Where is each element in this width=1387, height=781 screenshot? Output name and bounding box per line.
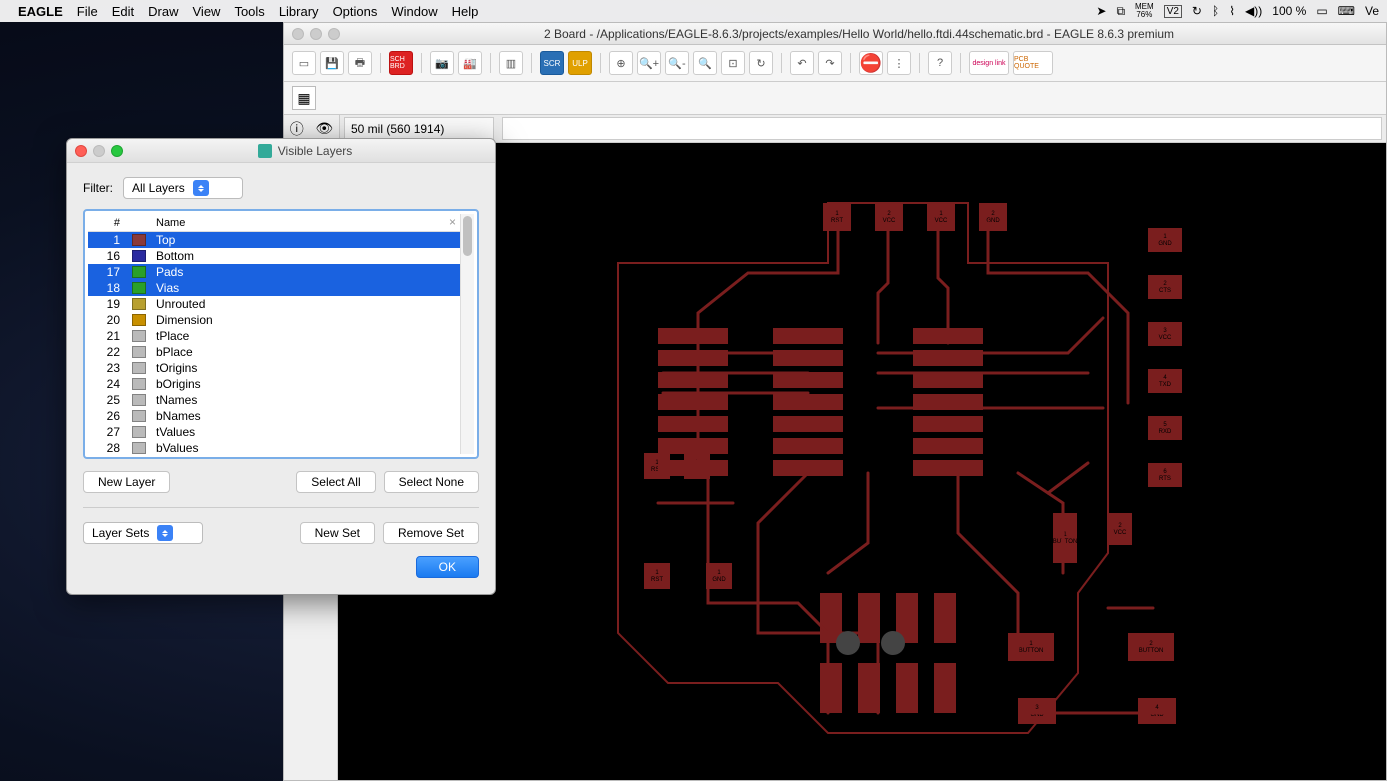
redo-button[interactable]: ↷	[818, 51, 842, 75]
column-header-num[interactable]: #	[88, 217, 128, 229]
layer-row[interactable]: 28bValues	[88, 440, 460, 454]
design-link-button[interactable]: design link	[969, 51, 1009, 75]
eye-icon[interactable]: 👁	[315, 120, 333, 137]
close-icon[interactable]	[75, 145, 87, 157]
layer-row[interactable]: 1Top	[88, 232, 460, 248]
main-toolbar: ▭ 💾 🖶 SCH BRD 📷 🏭 ▥ SCR ULP ⊕ 🔍+ 🔍- 🔍 ⊡ …	[284, 45, 1386, 82]
library-button[interactable]: ▥	[499, 51, 523, 75]
menu-library[interactable]: Library	[279, 4, 319, 19]
menu-draw[interactable]: Draw	[148, 4, 178, 19]
layer-row[interactable]: 24bOrigins	[88, 376, 460, 392]
app-name[interactable]: EAGLE	[18, 4, 63, 19]
layer-row[interactable]: 21tPlace	[88, 328, 460, 344]
vpn-icon[interactable]: V2	[1164, 5, 1182, 18]
new-layer-button[interactable]: New Layer	[83, 471, 170, 493]
zoom-icon[interactable]	[328, 28, 340, 40]
window-title: 2 Board - /Applications/EAGLE-8.6.3/proj…	[340, 27, 1378, 41]
command-input[interactable]	[502, 117, 1382, 140]
input-menu-icon[interactable]: ⌨	[1338, 4, 1355, 18]
close-icon[interactable]	[292, 28, 304, 40]
info-icon[interactable]: ⓘ	[290, 119, 304, 139]
menu-view[interactable]: View	[193, 4, 221, 19]
close-column-icon[interactable]: ×	[449, 215, 456, 229]
chip-icon	[258, 144, 272, 158]
layer-row[interactable]: 26bNames	[88, 408, 460, 424]
filter-combo[interactable]: All Layers	[123, 177, 243, 199]
select-all-button[interactable]: Select All	[296, 471, 375, 493]
layer-row[interactable]: 16Bottom	[88, 248, 460, 264]
zoom-out-button[interactable]: 🔍-	[665, 51, 689, 75]
save-button[interactable]: 💾	[320, 51, 344, 75]
layer-row[interactable]: 27tValues	[88, 424, 460, 440]
layer-row[interactable]: 17Pads	[88, 264, 460, 280]
wifi-icon[interactable]: ⌇	[1229, 4, 1235, 18]
menu-window[interactable]: Window	[391, 4, 437, 19]
macos-menubar: EAGLE File Edit Draw View Tools Library …	[0, 0, 1387, 22]
layer-row[interactable]: 23tOrigins	[88, 360, 460, 376]
layer-row[interactable]: 19Unrouted	[88, 296, 460, 312]
chevron-updown-icon	[193, 180, 209, 196]
refresh-button[interactable]: ↻	[749, 51, 773, 75]
layer-row[interactable]: 22bPlace	[88, 344, 460, 360]
zoom-redraw-button[interactable]: 🔍	[693, 51, 717, 75]
battery-icon[interactable]: ▭	[1316, 4, 1327, 18]
pcb-quote-button[interactable]: PCB QUOTE	[1013, 51, 1053, 75]
zoom-select-button[interactable]: ⊡	[721, 51, 745, 75]
new-set-button[interactable]: New Set	[300, 522, 375, 544]
location-icon[interactable]: ➤	[1096, 4, 1106, 18]
dialog-title-text: Visible Layers	[278, 144, 352, 158]
undo-button[interactable]: ↶	[790, 51, 814, 75]
time-machine-icon[interactable]: ↻	[1192, 4, 1202, 18]
zoom-in-button[interactable]: 🔍+	[637, 51, 661, 75]
zoom-fit-button[interactable]: ⊕	[609, 51, 633, 75]
menu-file[interactable]: File	[77, 4, 98, 19]
cam-button[interactable]: 📷	[430, 51, 454, 75]
menu-help[interactable]: Help	[452, 4, 479, 19]
zoom-icon[interactable]	[111, 145, 123, 157]
remove-set-button[interactable]: Remove Set	[383, 522, 479, 544]
menu-tools[interactable]: Tools	[234, 4, 264, 19]
layer-row[interactable]: 25tNames	[88, 392, 460, 408]
ok-button[interactable]: OK	[416, 556, 479, 578]
column-header-name[interactable]: Name	[150, 217, 460, 229]
grid-button[interactable]: ▦	[292, 86, 316, 110]
dropbox-icon[interactable]: ⧉	[1116, 4, 1125, 19]
memory-indicator[interactable]: MEM76%	[1135, 3, 1154, 19]
print-button[interactable]: 🖶	[348, 51, 372, 75]
minimize-icon[interactable]	[310, 28, 322, 40]
menu-right-text: Ve	[1365, 4, 1379, 18]
scrollbar[interactable]	[460, 214, 474, 454]
go-button[interactable]: ⋮	[887, 51, 911, 75]
battery-status[interactable]: 100 %	[1272, 4, 1306, 18]
menu-edit[interactable]: Edit	[112, 4, 134, 19]
manufacture-button[interactable]: 🏭	[458, 51, 482, 75]
stop-button[interactable]: ⛔	[859, 51, 883, 75]
layer-sets-combo[interactable]: Layer Sets	[83, 522, 203, 544]
layer-table[interactable]: # Name × 1Top16Bottom17Pads18Vias19Unrou…	[88, 214, 460, 454]
menu-options[interactable]: Options	[333, 4, 378, 19]
coordinates-display: 50 mil (560 1914)	[344, 117, 494, 140]
bluetooth-icon[interactable]: ᛒ	[1212, 4, 1219, 18]
filter-label: Filter:	[83, 181, 113, 195]
layer-row[interactable]: 18Vias	[88, 280, 460, 296]
layer-row[interactable]: 20Dimension	[88, 312, 460, 328]
sch-brd-button[interactable]: SCH BRD	[389, 51, 413, 75]
scr-button[interactable]: SCR	[540, 51, 564, 75]
window-titlebar[interactable]: 2 Board - /Applications/EAGLE-8.6.3/proj…	[284, 23, 1386, 45]
volume-icon[interactable]: ◀))	[1245, 4, 1262, 18]
minimize-icon[interactable]	[93, 145, 105, 157]
visible-layers-dialog: Visible Layers Filter: All Layers # Name…	[66, 138, 496, 595]
open-button[interactable]: ▭	[292, 51, 316, 75]
ulp-button[interactable]: ULP	[568, 51, 592, 75]
chevron-updown-icon	[157, 525, 173, 541]
help-button[interactable]: ?	[928, 51, 952, 75]
dialog-titlebar[interactable]: Visible Layers	[67, 139, 495, 163]
select-none-button[interactable]: Select None	[384, 471, 479, 493]
